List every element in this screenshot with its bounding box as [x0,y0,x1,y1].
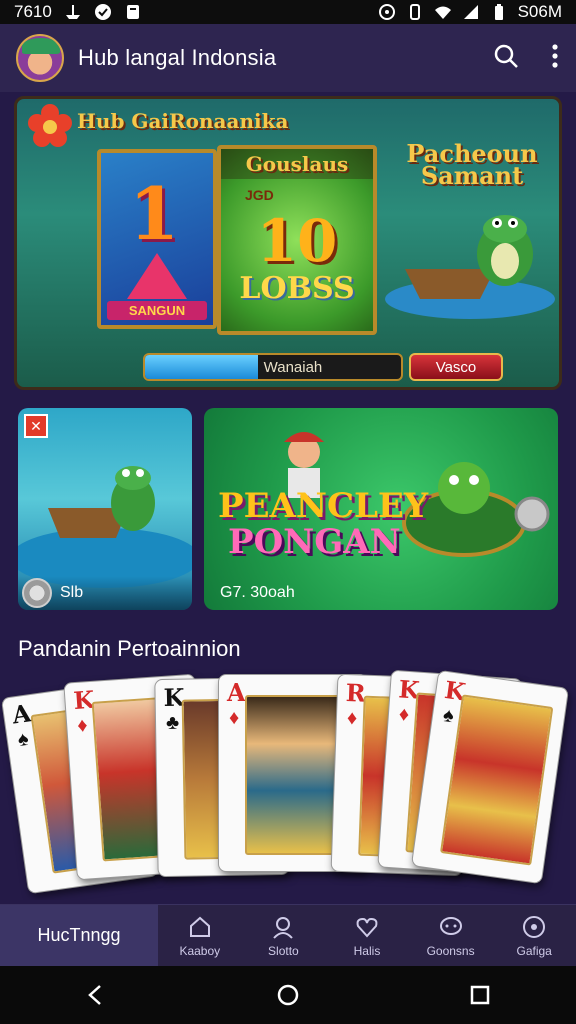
person-icon [273,916,294,939]
heart-icon [356,917,378,937]
nav-item-kaaboy[interactable]: Kaaboy [158,905,242,966]
playing-cards-row: A ♠ K ♦ K ♣ A ♦ R ♦ K ♦ K ♠ [0,664,576,900]
avatar[interactable] [16,34,64,82]
hero-title: Hub GaiRonaanika [77,109,289,133]
game-card-frog[interactable]: ✕ Slb [18,408,192,610]
hero-panel-left[interactable]: 1 SANGUN [97,149,217,329]
signal-icon [462,3,480,21]
game-card-frog-label: Slb [60,584,84,601]
home-circle-icon[interactable] [276,983,300,1007]
game-card-peancley-footer: G7. 30oah [220,584,295,601]
target-icon [378,3,396,21]
card-suit: ♠ [441,703,456,728]
chat-icon [439,916,462,935]
card-suit: ♠ [16,727,30,752]
clock: 7610 [14,2,52,21]
clipboard-icon [124,3,142,21]
nav-item-gafiga[interactable]: Gafiga [492,905,576,966]
card-suit: ♦ [76,714,89,737]
home-icon [189,916,210,937]
triangle-icon [127,253,187,299]
hero-panel-middle-small: JGD [245,187,274,203]
wifi-icon [434,3,452,21]
gamepad-icon [523,915,546,938]
hero-panel-middle-bottom: LOBSS [239,271,355,306]
hero-panel-middle-title: Gouslaus [221,149,373,179]
boat-icon [64,3,82,21]
status-bar: 7610 S06M [0,0,576,24]
card-suit: ♦ [346,707,358,730]
flower-icon [28,104,72,147]
search-icon[interactable] [492,42,520,75]
hero-panel-right-title: Pacheoun Samant [387,142,557,190]
card-rank: A [10,698,33,730]
close-badge-icon[interactable]: ✕ [24,414,48,438]
nav-item-active[interactable]: HucTnngg [0,905,158,966]
hero-action-button[interactable]: Vasco [409,353,503,381]
hero-panel-middle[interactable]: Gouslaus JGD 10 LOBSS [217,145,377,335]
nav-item-label: Slotto [268,943,299,958]
nav-item-slotto[interactable]: Slotto [242,905,326,966]
frog-river-illustration [18,466,192,588]
card-suit: ♦ [398,703,410,726]
game-card-peancley-title-line1: PEANCLEY [218,486,429,526]
nav-item-label: Goonsns [426,943,475,958]
vibrate-icon [406,3,424,21]
check-circle-icon [94,3,112,21]
hero-banner[interactable]: Hub GaiRonaanika 1 SANGUN Gouslaus JGD 1… [14,96,562,390]
status-right-text: S06M [517,2,562,21]
coin-icon [22,578,52,608]
system-nav-bar [0,966,576,1024]
recents-icon[interactable] [468,983,492,1007]
hero-progress-bar: Wanaiah [143,353,403,381]
playing-card[interactable]: K ♠ [410,669,570,885]
card-suit: ♦ [229,707,240,729]
hero-progress-label: Wanaiah [263,358,323,376]
battery-icon [490,3,508,21]
section-title: Pandanin Pertoainnion [18,636,241,661]
game-card-frog-footer: Slb [18,576,192,610]
hero-panel-left-number: 1 [129,171,180,256]
hero-progress-fill [145,355,258,379]
card-rank: A [227,678,246,707]
card-art [439,694,554,866]
back-icon[interactable] [84,983,108,1007]
nav-item-label: Gafiga [516,943,552,958]
nav-item-label: Kaaboy [179,943,221,958]
frog-boat-illustration [385,215,555,319]
more-vert-icon[interactable] [550,42,560,75]
nav-item-label: Halis [353,943,381,958]
hero-panel-middle-number: 10 [256,207,338,275]
hero-panel-right-title-line2: Samant [420,161,524,190]
app-title: Hub langal Indonsia [78,45,277,70]
game-card-peancley[interactable]: PEANCLEY PONGAN G7. 30oah [204,408,558,610]
bottom-nav: HucTnngg Kaaboy Slotto Halis Goonsns Gaf… [0,904,576,966]
hero-panel-left-label: SANGUN [107,301,207,320]
app-bar: Hub langal Indonsia [0,24,576,92]
nav-item-halis[interactable]: Halis [325,905,409,966]
card-suit: ♣ [165,711,180,734]
game-card-peancley-title-line2: PONGAN [228,522,401,562]
nav-item-goonsns[interactable]: Goonsns [409,905,493,966]
